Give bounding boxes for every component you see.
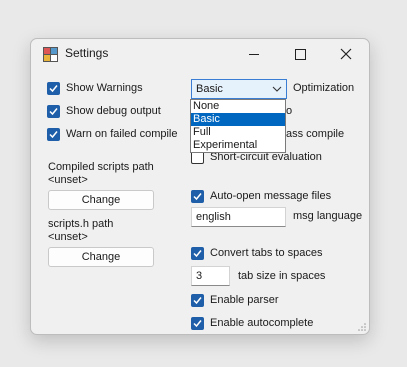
resize-grip-icon[interactable] [358, 323, 366, 331]
auto-open-message-files-checkbox[interactable] [191, 190, 204, 203]
option-full[interactable]: Full [191, 126, 285, 139]
change-compiled-path-button[interactable]: Change [48, 190, 154, 210]
show-warnings-checkbox[interactable] [47, 82, 60, 95]
app-icon [43, 47, 58, 62]
change-scripts-h-path-button[interactable]: Change [48, 247, 154, 267]
optimization-dropdown-list: None Basic Full Experimental [190, 99, 286, 153]
partially-hidden-label: o [286, 105, 293, 117]
option-experimental[interactable]: Experimental [191, 139, 285, 152]
scripts-h-path-value: <unset> [48, 231, 88, 243]
enable-parser-label: Enable parser [210, 294, 279, 306]
enable-autocomplete-checkbox[interactable] [191, 317, 204, 330]
show-debug-label: Show debug output [66, 105, 161, 117]
optimization-label: Optimization [293, 82, 355, 94]
minimize-button[interactable] [231, 39, 277, 69]
optimization-selected-value: Basic [196, 83, 223, 95]
tab-size-input[interactable]: 3 [191, 266, 230, 286]
compiled-scripts-path-value: <unset> [48, 174, 88, 186]
show-debug-checkbox[interactable] [47, 105, 60, 118]
minimize-icon [249, 53, 259, 55]
convert-tabs-label: Convert tabs to spaces [210, 247, 323, 259]
partially-hidden-label: ass compile [286, 128, 345, 140]
close-button[interactable] [323, 39, 369, 69]
msg-language-label: msg language [293, 210, 363, 222]
enable-parser-checkbox[interactable] [191, 294, 204, 307]
settings-window: Settings Show Warnings Show debug output… [30, 38, 370, 335]
maximize-icon [294, 48, 306, 60]
convert-tabs-checkbox[interactable] [191, 247, 204, 260]
scripts-h-path-label: scripts.h path [48, 218, 114, 230]
warn-failed-compile-checkbox[interactable] [47, 128, 60, 141]
auto-open-message-files-label: Auto-open message files [210, 190, 332, 202]
tab-size-label: tab size in spaces [238, 270, 326, 282]
msg-language-input[interactable]: english [191, 207, 286, 227]
title-bar: Settings [31, 39, 369, 69]
close-icon [340, 48, 352, 60]
option-basic[interactable]: Basic [191, 113, 285, 126]
warn-failed-compile-label: Warn on failed compile [66, 128, 178, 140]
enable-autocomplete-label: Enable autocomplete [210, 317, 314, 329]
chevron-down-icon [272, 86, 282, 92]
maximize-button[interactable] [277, 39, 323, 69]
compiled-scripts-path-label: Compiled scripts path [48, 161, 154, 173]
show-warnings-label: Show Warnings [66, 82, 143, 94]
option-none[interactable]: None [191, 100, 285, 113]
optimization-combobox[interactable]: Basic [191, 79, 287, 99]
window-title: Settings [65, 46, 109, 60]
